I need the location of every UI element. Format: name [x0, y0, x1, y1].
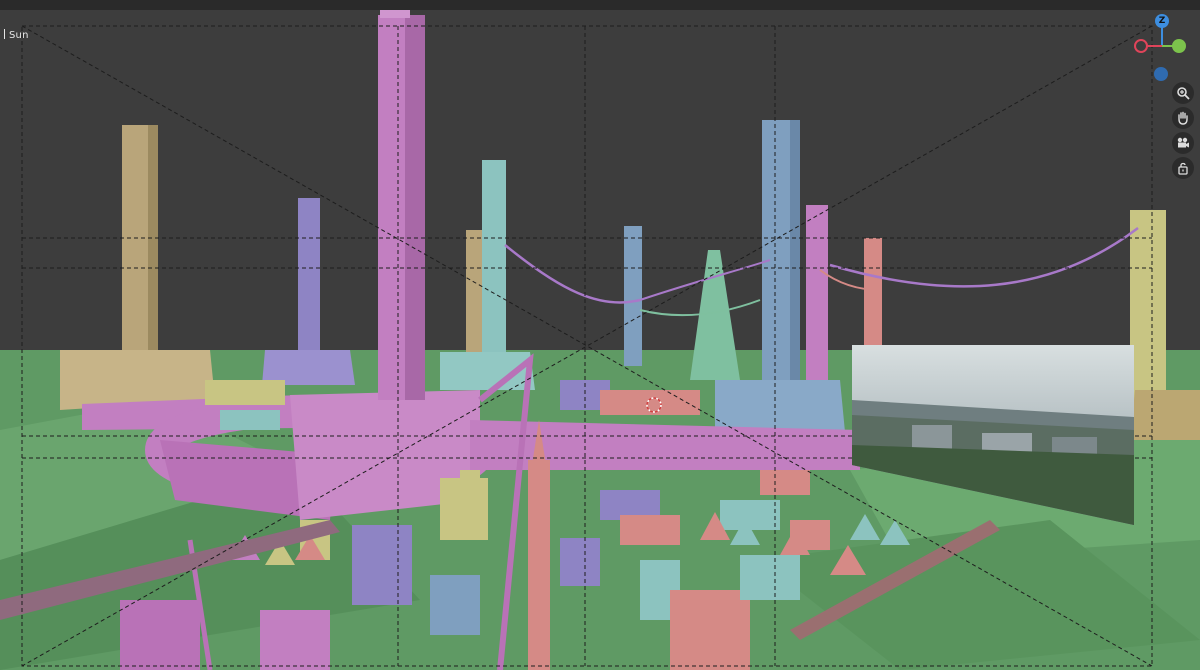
navigation-gizmo[interactable]: Z — [1132, 12, 1194, 84]
gizmo-y-axis[interactable] — [1172, 39, 1186, 53]
gizmo-neg-z-axis[interactable] — [1154, 67, 1168, 81]
city-reference-photo — [852, 345, 1134, 525]
gizmo-z-axis[interactable]: Z — [1155, 14, 1169, 28]
chimney-pink-right — [806, 205, 828, 380]
zoom-button[interactable] — [1172, 82, 1194, 104]
lock-camera-icon — [1178, 162, 1188, 175]
viewport-header-strip — [0, 0, 1200, 10]
camera-view-button[interactable] — [1172, 132, 1194, 154]
3d-viewport[interactable]: Sun Z — [0, 0, 1200, 670]
active-object-label: Sun — [4, 29, 29, 41]
zoom-icon — [1177, 87, 1190, 100]
chimney-tan-mid — [466, 230, 482, 360]
pan-button[interactable] — [1172, 107, 1194, 129]
camera-view-icon — [1177, 137, 1189, 148]
chimney-blue-small — [624, 226, 642, 366]
lock-camera-button[interactable] — [1172, 157, 1194, 179]
gizmo-x-axis[interactable] — [1134, 39, 1148, 53]
scene-render — [0, 0, 1200, 670]
hand-pan-icon — [1178, 111, 1188, 125]
